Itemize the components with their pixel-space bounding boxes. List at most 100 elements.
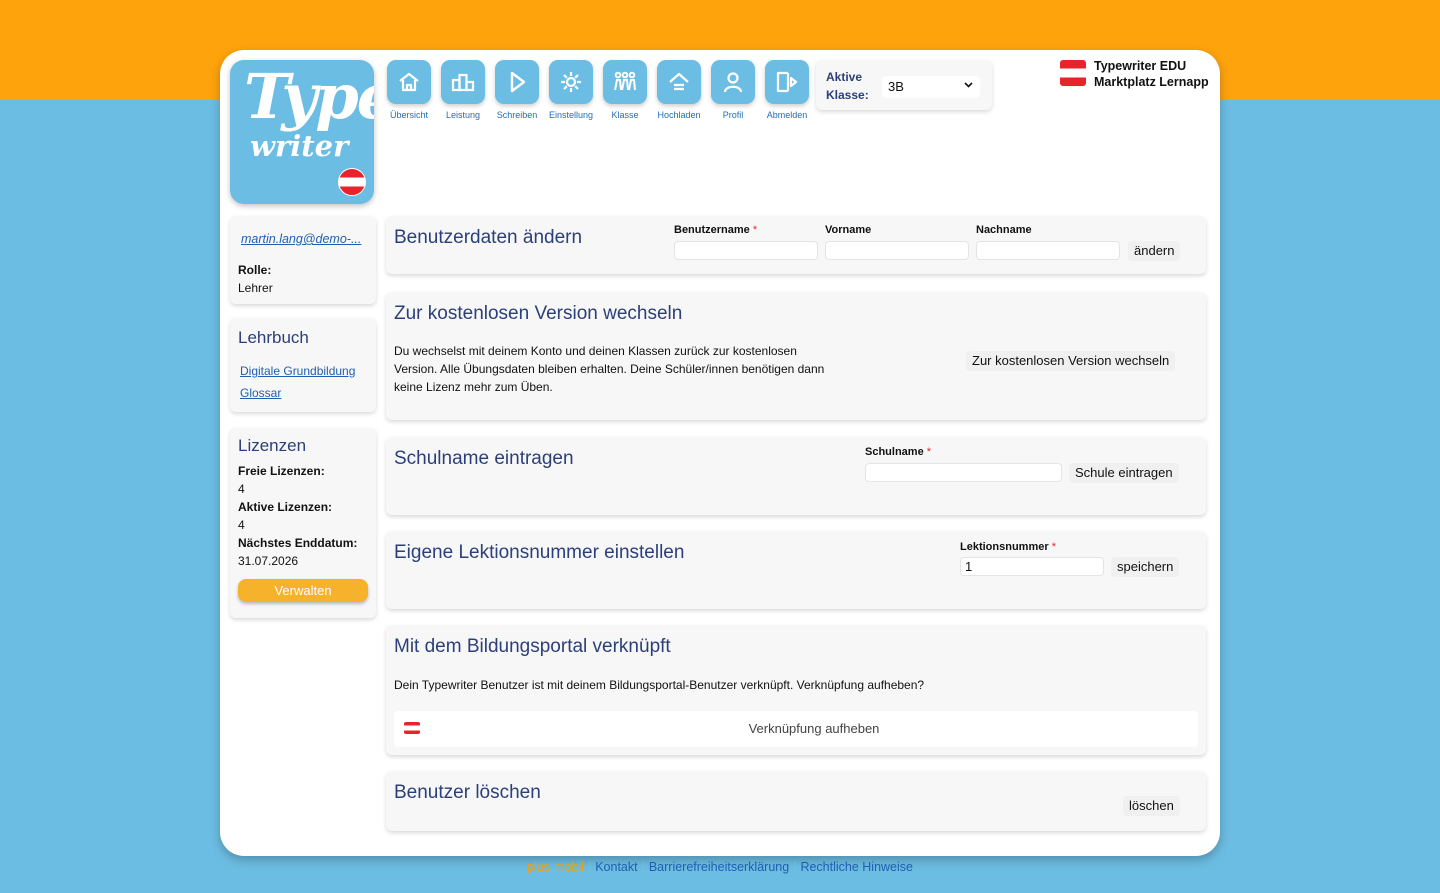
lesson-label: Lektionsnummer * bbox=[960, 541, 1056, 553]
portal-text: Dein Typewriter Benutzer ist mit deinem … bbox=[394, 678, 925, 692]
user-icon bbox=[711, 60, 755, 104]
school-title: Schulname eintragen bbox=[394, 448, 574, 469]
footer-separator: | bbox=[587, 860, 592, 874]
freie-lizenzen-value: 4 bbox=[238, 482, 245, 496]
delete-button[interactable]: löschen bbox=[1123, 796, 1180, 816]
role-value: Lehrer bbox=[238, 281, 273, 295]
play-icon bbox=[495, 60, 539, 104]
school-card: Schulname eintragen Schulname * Schule e… bbox=[386, 437, 1206, 515]
brand-text: Typewriter EDU Marktplatz Lernapp bbox=[1094, 58, 1209, 90]
freie-lizenzen-label: Freie Lizenzen: bbox=[238, 464, 325, 478]
active-class-box: Aktive Klasse: 3B bbox=[816, 60, 992, 110]
vorname-input[interactable] bbox=[825, 241, 969, 260]
free-version-text: Du wechselst mit deinem Konto und deinen… bbox=[394, 344, 825, 394]
school-label: Schulname * bbox=[865, 446, 931, 458]
lesson-label-text: Lektionsnummer bbox=[960, 541, 1049, 553]
typewriter-logo[interactable]: Type writer bbox=[230, 60, 374, 204]
lesson-title: Eigene Lektionsnummer einstellen bbox=[394, 542, 685, 563]
nav-label: Einstellung bbox=[548, 110, 594, 120]
lesson-save-button[interactable]: speichern bbox=[1111, 557, 1180, 577]
username-input[interactable] bbox=[674, 241, 818, 260]
upload-icon bbox=[657, 60, 701, 104]
nachname-label: Nachname bbox=[976, 224, 1032, 236]
footer-separator: | bbox=[793, 860, 797, 874]
chevron-down-icon bbox=[963, 79, 974, 93]
austria-flag-icon bbox=[1060, 60, 1086, 86]
active-class-value: 3B bbox=[888, 79, 904, 94]
username-label: Benutzername * bbox=[674, 224, 757, 236]
verwalten-button[interactable]: Verwalten bbox=[238, 579, 368, 602]
lizenzen-title: Lizenzen bbox=[238, 436, 307, 455]
portal-card: Mit dem Bildungsportal verknüpft Dein Ty… bbox=[386, 625, 1206, 755]
logo-line2: writer bbox=[250, 129, 349, 163]
aktive-lizenzen-value: 4 bbox=[238, 518, 245, 532]
lehrbuch-link-digitale-grundbildung[interactable]: Digitale Grundbildung bbox=[240, 364, 355, 378]
footer-link-rechtliche-hinweise[interactable]: Rechtliche Hinweise bbox=[800, 860, 913, 874]
active-class-label-line1: Aktive bbox=[826, 70, 863, 84]
unlink-button[interactable]: Verknüpfung aufheben bbox=[394, 711, 1198, 747]
nav-label: Abmelden bbox=[766, 110, 808, 120]
footer-link-kontakt[interactable]: Kontakt bbox=[595, 860, 637, 874]
nav-schreiben[interactable]: Schreiben bbox=[490, 60, 544, 120]
userdata-card: Benutzerdaten ändern Benutzername * Vorn… bbox=[386, 216, 1206, 274]
podium-icon bbox=[441, 60, 485, 104]
home-icon bbox=[387, 60, 431, 104]
aktive-lizenzen-label: Aktive Lizenzen: bbox=[238, 500, 333, 514]
lesson-card: Eigene Lektionsnummer einstellen Lektion… bbox=[386, 531, 1206, 609]
nav-label: Schreiben bbox=[496, 110, 538, 120]
logo-line1: Type bbox=[244, 60, 374, 133]
aendern-button[interactable]: ändern bbox=[1128, 241, 1181, 261]
gear-icon bbox=[549, 60, 593, 104]
main-panel: Type writer Übersicht Leistung Schreiben bbox=[220, 50, 1220, 856]
delete-card: Benutzer löschen löschen bbox=[386, 771, 1206, 831]
lehrbuch-card: Lehrbuch Digitale Grundbildung Glossar bbox=[230, 318, 376, 412]
nav-profil[interactable]: Profil bbox=[706, 60, 760, 120]
lehrbuch-title: Lehrbuch bbox=[238, 328, 309, 347]
username-label-text: Benutzername bbox=[674, 224, 750, 236]
required-marker: * bbox=[1051, 541, 1056, 553]
footer: plus-mobil | Kontakt | Barrierefreiheitserkl… bbox=[0, 860, 1440, 874]
user-info-card: martin.lang@demo-... Rolle: Lehrer bbox=[230, 216, 376, 304]
enddatum-label: Nächstes Enddatum: bbox=[238, 536, 358, 550]
active-class-label-line2: Klasse: bbox=[826, 88, 869, 102]
free-version-card: Zur kostenlosen Version wechseln Du wech… bbox=[386, 292, 1206, 420]
nav-einstellung[interactable]: Einstellung bbox=[544, 60, 598, 120]
user-email-link[interactable]: martin.lang@demo-... bbox=[241, 232, 361, 246]
nav-klasse[interactable]: Klasse bbox=[598, 60, 652, 120]
delete-title: Benutzer löschen bbox=[394, 782, 541, 803]
active-class-label: Aktive Klasse: bbox=[826, 68, 869, 104]
unlink-button-label: Verknüpfung aufheben bbox=[748, 721, 880, 736]
lehrbuch-link-glossar[interactable]: Glossar bbox=[240, 386, 281, 400]
footer-separator: | bbox=[641, 860, 645, 874]
required-marker: * bbox=[752, 224, 758, 236]
userdata-title: Benutzerdaten ändern bbox=[394, 227, 583, 248]
nav-label: Hochladen bbox=[657, 110, 701, 120]
footer-made-by[interactable]: plus-mobil bbox=[527, 860, 584, 874]
portal-title: Mit dem Bildungsportal verknüpft bbox=[394, 636, 671, 657]
active-class-select[interactable]: 3B bbox=[882, 76, 980, 98]
nav-label: Klasse bbox=[611, 110, 639, 120]
nav-hochladen[interactable]: Hochladen bbox=[652, 60, 706, 120]
nav-label: Übersicht bbox=[389, 110, 428, 120]
school-input[interactable] bbox=[865, 463, 1062, 482]
nachname-input[interactable] bbox=[976, 241, 1120, 260]
brand-title-line1: Typewriter EDU bbox=[1094, 59, 1187, 73]
brand-title-line2: Marktplatz Lernapp bbox=[1094, 75, 1209, 89]
nav-uebersicht[interactable]: Übersicht bbox=[382, 60, 436, 120]
role-label: Rolle: bbox=[238, 263, 272, 277]
nav-label: Profil bbox=[722, 110, 744, 120]
top-nav: Übersicht Leistung Schreiben Einstellung… bbox=[382, 60, 814, 120]
nav-abmelden[interactable]: Abmelden bbox=[760, 60, 814, 120]
vorname-label: Vorname bbox=[825, 224, 872, 236]
required-marker: * bbox=[926, 446, 932, 458]
footer-link-barrierefreiheit[interactable]: Barrierefreiheitserklärung bbox=[649, 860, 789, 874]
nav-label: Leistung bbox=[445, 110, 481, 120]
enddatum-value: 31.07.2026 bbox=[238, 554, 299, 568]
nav-leistung[interactable]: Leistung bbox=[436, 60, 490, 120]
group-icon bbox=[603, 60, 647, 104]
lesson-input[interactable] bbox=[960, 557, 1104, 576]
school-label-text: Schulname bbox=[865, 446, 924, 458]
school-button[interactable]: Schule eintragen bbox=[1069, 463, 1179, 483]
free-version-button[interactable]: Zur kostenlosen Version wechseln bbox=[966, 351, 1176, 371]
austria-flag-icon bbox=[338, 168, 366, 196]
